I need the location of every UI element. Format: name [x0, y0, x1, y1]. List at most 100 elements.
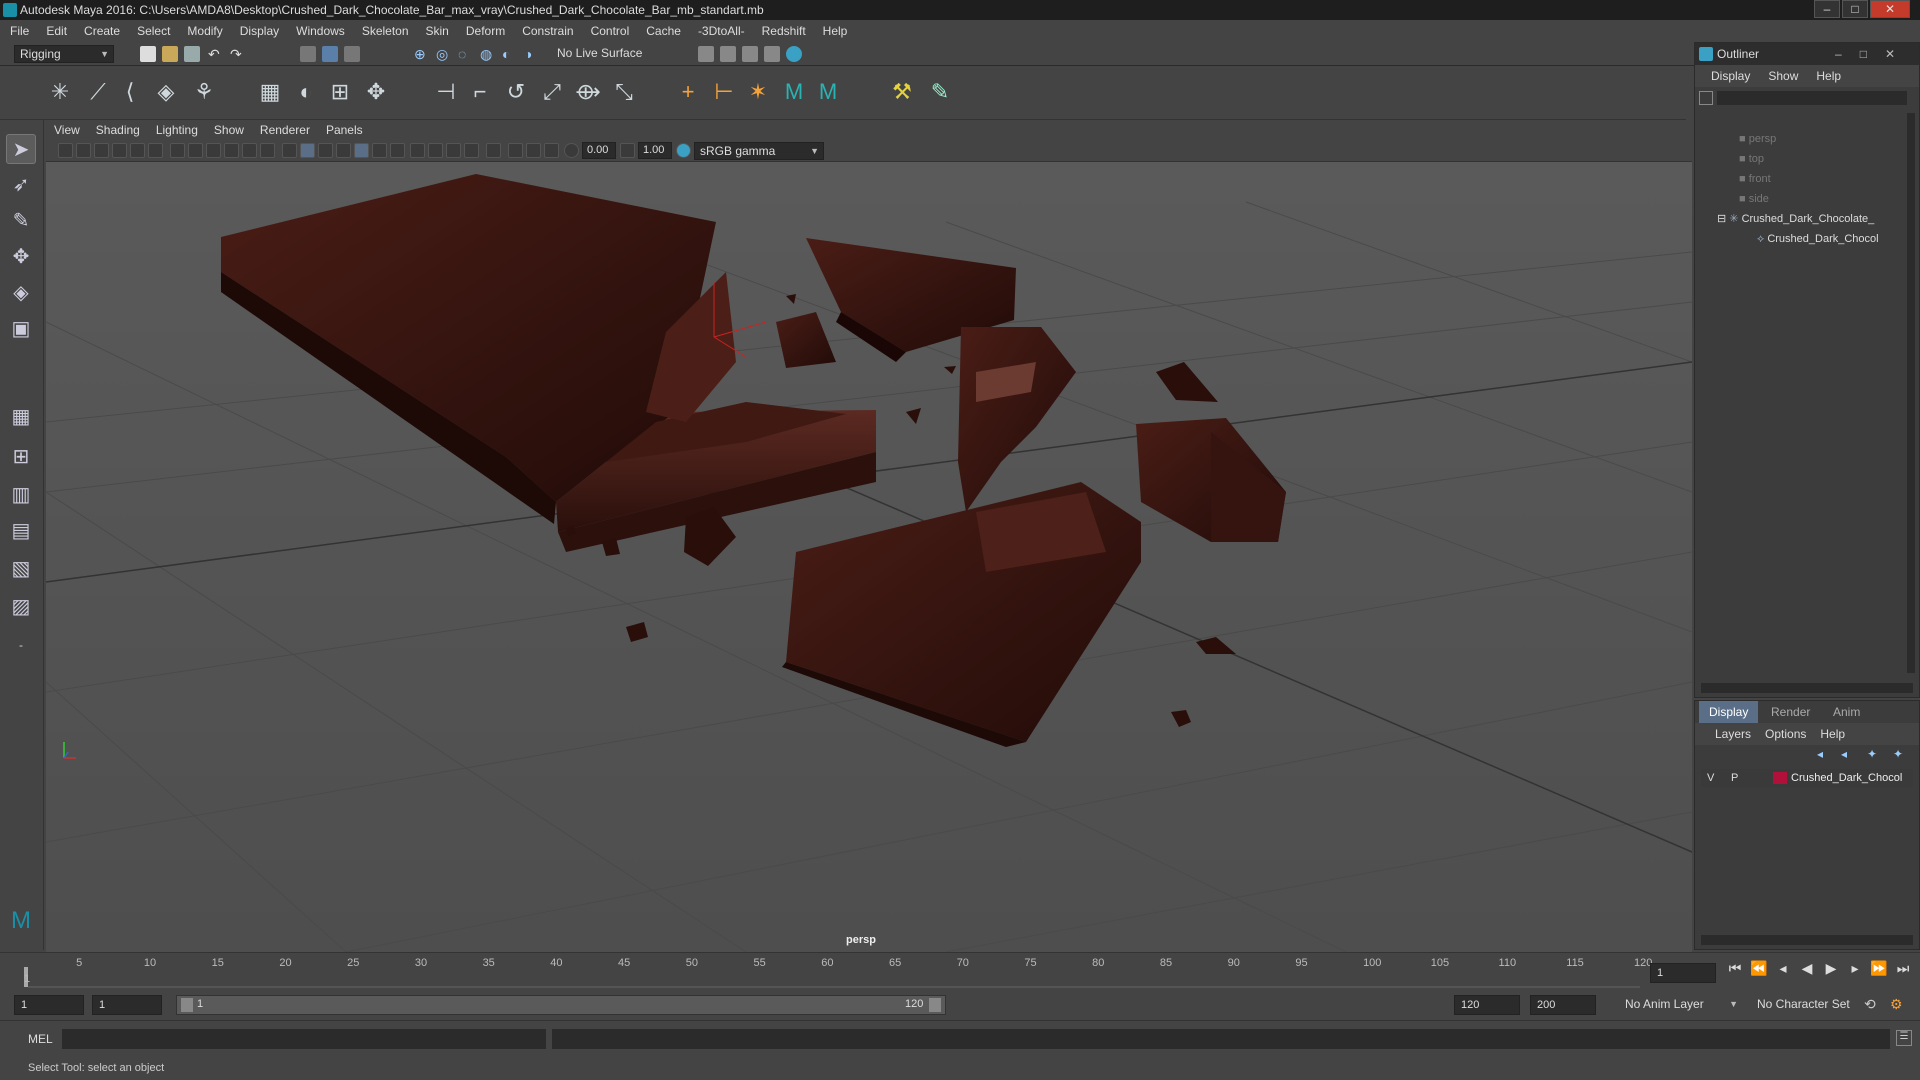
- outliner-horizontal-scrollbar[interactable]: [1701, 683, 1913, 693]
- layer-visibility-toggle[interactable]: V: [1707, 769, 1714, 787]
- camera-attributes-icon[interactable]: [76, 143, 91, 158]
- select-hierarchy-icon[interactable]: [300, 46, 316, 62]
- viewport-menu-lighting[interactable]: Lighting: [156, 123, 198, 137]
- outliner-layout-icon[interactable]: ▨: [6, 592, 36, 622]
- playback-end-field[interactable]: 120: [1454, 995, 1520, 1015]
- step-forward-frame-icon[interactable]: ▸: [1846, 959, 1864, 977]
- select-tool-icon[interactable]: ➤: [6, 134, 36, 164]
- viewport-menu-panels[interactable]: Panels: [326, 123, 363, 137]
- exposure-icon[interactable]: [564, 143, 579, 158]
- tab-display[interactable]: Display: [1699, 701, 1759, 723]
- open-scene-icon[interactable]: [162, 46, 178, 62]
- menu-edit[interactable]: Edit: [46, 24, 67, 38]
- snap-live-icon[interactable]: ◐: [502, 46, 518, 62]
- outliner-item-persp[interactable]: ■ persp: [1739, 129, 1920, 149]
- parent-constraint-icon[interactable]: ⊣: [432, 78, 460, 106]
- lasso-tool-icon[interactable]: ➶: [6, 170, 36, 200]
- pole-vector-icon[interactable]: ⤡: [610, 78, 638, 106]
- wireframe-on-shaded-icon[interactable]: [336, 143, 351, 158]
- layer-menu-layers[interactable]: Layers: [1715, 727, 1751, 741]
- tab-anim[interactable]: Anim: [1823, 701, 1870, 723]
- step-back-key-icon[interactable]: ⏪: [1750, 959, 1768, 977]
- screen-space-ao-icon[interactable]: [410, 143, 425, 158]
- layer-name[interactable]: Crushed_Dark_Chocol: [1791, 769, 1902, 787]
- hypershade-icon[interactable]: [764, 46, 780, 62]
- shadows-icon[interactable]: [390, 143, 405, 158]
- perspective-viewport[interactable]: persp: [46, 162, 1692, 952]
- outliner-item-side[interactable]: ■ side: [1739, 189, 1920, 209]
- exposure-field[interactable]: 0.00: [582, 142, 616, 159]
- menu-constrain[interactable]: Constrain: [522, 24, 573, 38]
- outliner-window-controls[interactable]: –□✕: [1835, 43, 1913, 65]
- script-editor-icon[interactable]: ☰: [1896, 1030, 1912, 1046]
- blend-shape-icon[interactable]: ✎: [926, 78, 954, 106]
- snap-curve-icon[interactable]: ◎: [436, 46, 452, 62]
- viewport-menu-view[interactable]: View: [54, 123, 80, 137]
- smooth-shade-icon[interactable]: [300, 143, 315, 158]
- menu-cache[interactable]: Cache: [646, 24, 681, 38]
- outliner-item-mesh[interactable]: ⟡ Crushed_Dark_Chocol: [1757, 229, 1920, 249]
- view-transform-dropdown[interactable]: sRGB gamma ▼: [694, 142, 824, 160]
- render-current-icon[interactable]: [698, 46, 714, 62]
- create-joint-chain-icon[interactable]: ⊢: [710, 78, 738, 106]
- render-settings-icon[interactable]: [742, 46, 758, 62]
- quick-rig-icon[interactable]: M: [814, 78, 842, 106]
- mel-label[interactable]: MEL: [28, 1032, 53, 1046]
- paint-weights-icon[interactable]: ◐: [292, 78, 320, 106]
- snap-projected-icon[interactable]: ◑: [524, 46, 540, 62]
- motion-blur-icon[interactable]: [428, 143, 443, 158]
- bookmark-icon[interactable]: [94, 143, 109, 158]
- new-layer-icon[interactable]: ✦: [1867, 747, 1877, 761]
- gamma-field[interactable]: 1.00: [638, 142, 672, 159]
- layout-options-icon[interactable]: -: [6, 630, 36, 660]
- menu-3dtoall[interactable]: -3DtoAll-: [698, 24, 745, 38]
- playback-start-field[interactable]: 1: [92, 995, 162, 1015]
- menu-select[interactable]: Select: [137, 24, 170, 38]
- bind-skin-icon[interactable]: ▦: [256, 78, 284, 106]
- xray-active-icon[interactable]: [544, 143, 559, 158]
- outliner-menu-display[interactable]: Display: [1711, 69, 1750, 83]
- use-default-material-icon[interactable]: [318, 143, 333, 158]
- ipr-render-icon[interactable]: [720, 46, 736, 62]
- minimize-button[interactable]: –: [1814, 0, 1840, 18]
- wireframe-icon[interactable]: [282, 143, 297, 158]
- outliner-item-group[interactable]: ⊟ ✳ Crushed_Dark_Chocolate_: [1717, 209, 1920, 229]
- layer-scrollbar[interactable]: [1701, 935, 1913, 945]
- joint-tool-icon[interactable]: ✳: [46, 78, 74, 106]
- command-input[interactable]: [62, 1029, 546, 1049]
- viewport-menu-show[interactable]: Show: [214, 123, 244, 137]
- anti-aliasing-icon[interactable]: [446, 143, 461, 158]
- rotate-tool-icon[interactable]: ◈: [6, 278, 36, 308]
- move-tool-icon[interactable]: ✥: [6, 242, 36, 272]
- snap-view-plane-icon[interactable]: ◍: [480, 46, 496, 62]
- grease-pencil-icon[interactable]: [148, 143, 163, 158]
- menuset-dropdown[interactable]: Rigging ▼: [14, 45, 114, 63]
- scale-tool-icon[interactable]: ▣: [6, 314, 36, 344]
- live-surface-field[interactable]: No Live Surface: [552, 45, 652, 63]
- menu-help[interactable]: Help: [823, 24, 848, 38]
- layer-playback-toggle[interactable]: P: [1731, 769, 1738, 787]
- layer-row[interactable]: V P Crushed_Dark_Chocol: [1701, 769, 1913, 787]
- redo-icon[interactable]: ↷: [230, 46, 246, 62]
- move-layer-up-icon[interactable]: ◂: [1817, 747, 1823, 761]
- select-camera-icon[interactable]: [58, 143, 73, 158]
- close-button[interactable]: ✕: [1870, 0, 1910, 18]
- maximize-button[interactable]: □: [1842, 0, 1868, 18]
- menu-skin[interactable]: Skin: [426, 24, 449, 38]
- snap-grid-icon[interactable]: ⊕: [414, 46, 430, 62]
- menu-create[interactable]: Create: [84, 24, 120, 38]
- step-back-frame-icon[interactable]: ◂: [1774, 959, 1792, 977]
- ik-handle-icon[interactable]: ⟋: [84, 78, 112, 106]
- lattice-icon[interactable]: ⊞: [326, 78, 354, 106]
- outliner-vertical-scrollbar[interactable]: [1907, 113, 1915, 673]
- current-frame-field[interactable]: 1: [1650, 963, 1716, 983]
- xray-joints-icon[interactable]: [526, 143, 541, 158]
- twod-pan-zoom-icon[interactable]: [130, 143, 145, 158]
- select-object-icon[interactable]: [322, 46, 338, 62]
- outliner-item-top[interactable]: ■ top: [1739, 149, 1920, 169]
- cluster-icon[interactable]: ✥: [362, 78, 390, 106]
- layer-menu-options[interactable]: Options: [1765, 727, 1806, 741]
- character-controls-icon[interactable]: M: [780, 78, 808, 106]
- range-start-handle[interactable]: [181, 998, 193, 1012]
- skin-cluster-icon[interactable]: ⚒: [888, 78, 916, 106]
